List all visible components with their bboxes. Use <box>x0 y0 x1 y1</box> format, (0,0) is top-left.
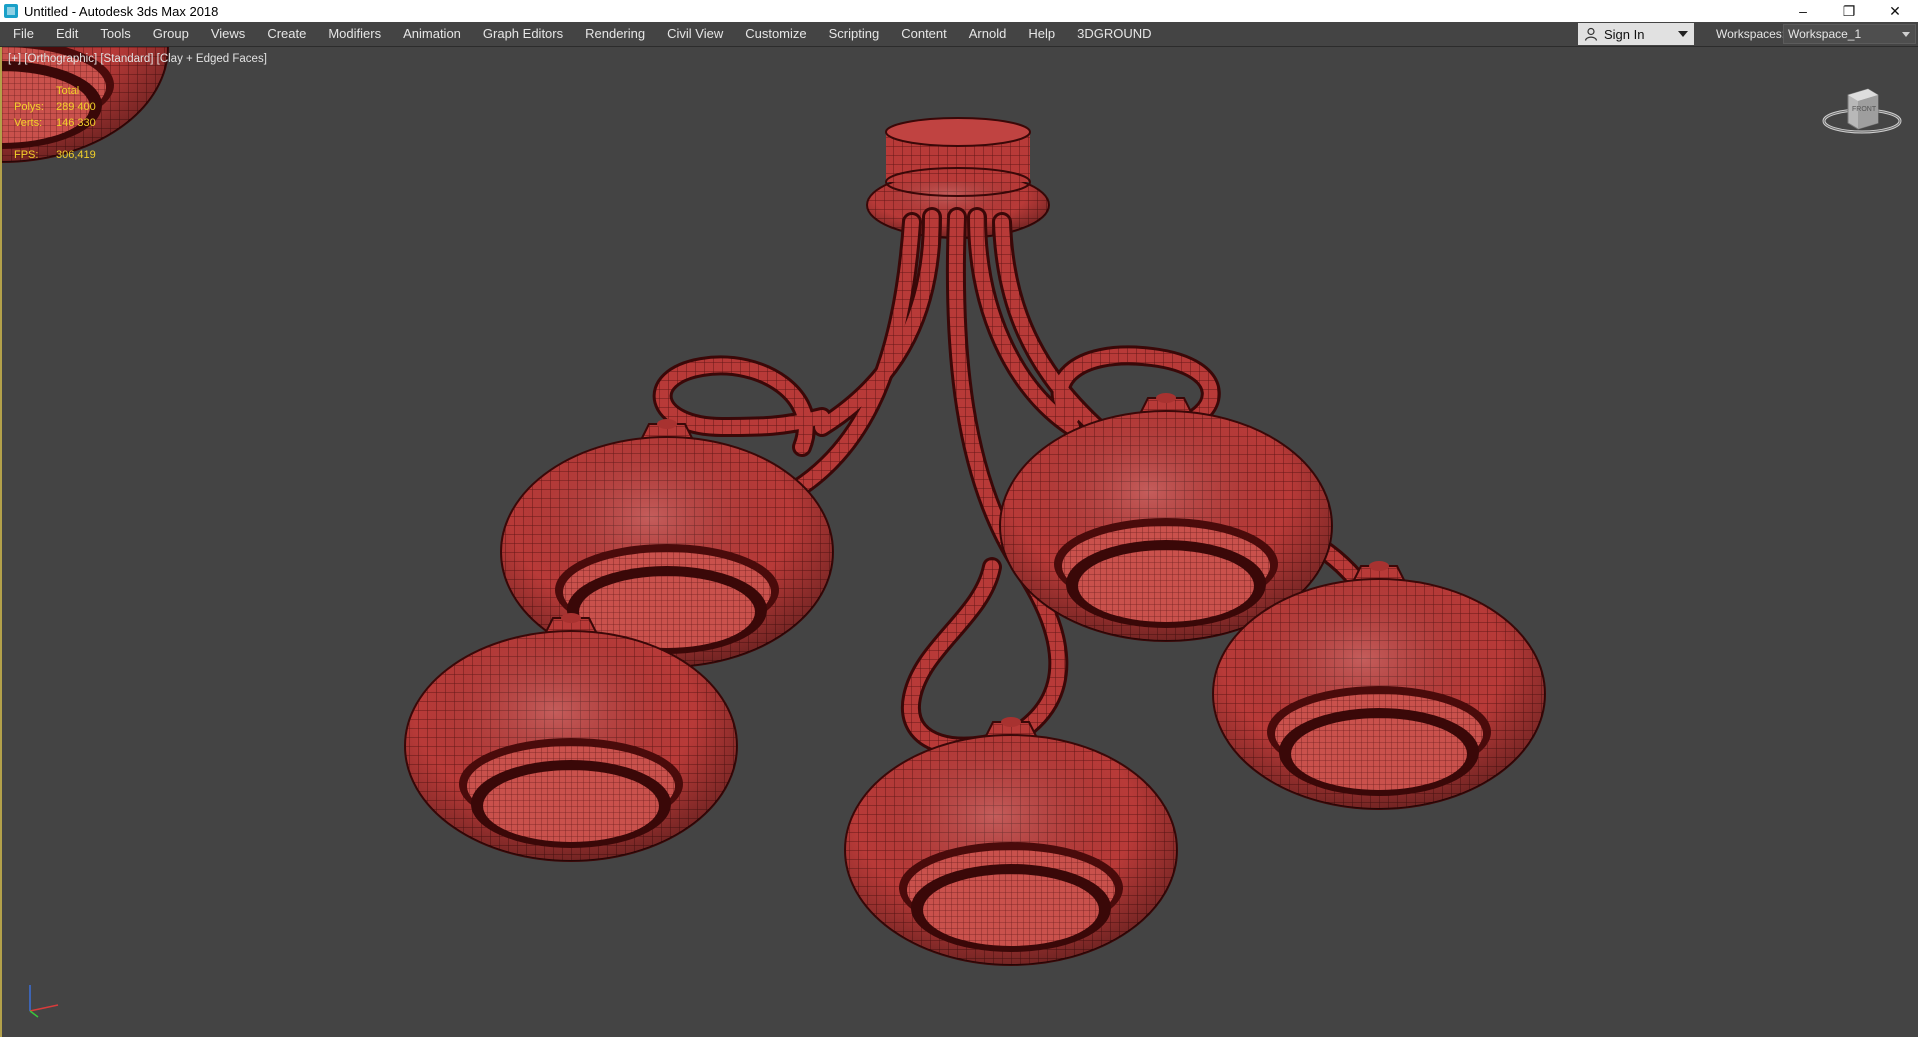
viewcube-icon[interactable]: FRONT <box>1820 81 1906 139</box>
menu-animation[interactable]: Animation <box>392 22 472 46</box>
3dsmax-icon <box>4 4 18 18</box>
menu-edit[interactable]: Edit <box>45 22 89 46</box>
menu-graph-editors[interactable]: Graph Editors <box>472 22 574 46</box>
workspaces-label: Workspaces: <box>1716 27 1786 41</box>
menu-rendering[interactable]: Rendering <box>574 22 656 46</box>
menu-file[interactable]: File <box>0 22 45 46</box>
axis-tripod-icon <box>29 985 59 1018</box>
fps-label: FPS: <box>14 149 39 161</box>
perspective-viewport[interactable]: [+] [Orthographic] [Standard] [Clay + Ed… <box>0 47 1918 1037</box>
workspace-select[interactable]: Workspace_1 <box>1783 24 1916 44</box>
verts-label: Verts: <box>14 117 43 129</box>
restore-button[interactable]: ❐ <box>1826 0 1872 22</box>
window-controls: – ❐ ✕ <box>1780 0 1918 22</box>
menu-customize[interactable]: Customize <box>734 22 817 46</box>
menu-create[interactable]: Create <box>256 22 317 46</box>
chevron-down-icon <box>1902 31 1910 37</box>
menu-help[interactable]: Help <box>1017 22 1066 46</box>
sign-in-label: Sign In <box>1604 26 1645 42</box>
menu-bar: File Edit Tools Group Views Create Modif… <box>0 22 1918 47</box>
menu-tools[interactable]: Tools <box>89 22 141 46</box>
close-button[interactable]: ✕ <box>1872 0 1918 22</box>
workspace-value: Workspace_1 <box>1788 27 1862 41</box>
minimize-button[interactable]: – <box>1780 0 1826 22</box>
viewport-statistics: Total Polys: 289 400 Verts: 146 330 FPS: 30… <box>14 83 96 163</box>
polys-label: Polys: <box>14 101 44 113</box>
lamp-shade-front-center <box>844 716 1178 966</box>
stats-header: Total <box>56 85 80 97</box>
title-bar: Untitled - Autodesk 3ds Max 2018 – ❐ ✕ <box>0 0 1918 22</box>
menu-views[interactable]: Views <box>200 22 256 46</box>
chandelier-model <box>2 47 1546 966</box>
verts-value: 146 330 <box>56 117 96 129</box>
chevron-down-icon <box>1678 31 1688 37</box>
user-icon <box>1584 27 1598 41</box>
app-window: Untitled - Autodesk 3ds Max 2018 – ❐ ✕ F… <box>0 0 1918 1037</box>
window-title: Untitled - Autodesk 3ds Max 2018 <box>24 3 219 19</box>
menu-content[interactable]: Content <box>890 22 958 46</box>
viewcube-face-label: FRONT <box>1852 106 1877 113</box>
menu-arnold[interactable]: Arnold <box>958 22 1018 46</box>
fps-value: 306,419 <box>56 149 96 161</box>
sign-in-dropdown[interactable]: Sign In <box>1578 23 1694 45</box>
menu-3dground[interactable]: 3DGROUND <box>1066 22 1162 46</box>
menu-modifiers[interactable]: Modifiers <box>317 22 392 46</box>
menu-scripting[interactable]: Scripting <box>818 22 891 46</box>
viewport-label-menu[interactable]: [+] [Orthographic] [Standard] [Clay + Ed… <box>8 53 267 65</box>
menu-civil-view[interactable]: Civil View <box>656 22 734 46</box>
menu-group[interactable]: Group <box>142 22 200 46</box>
polys-value: 289 400 <box>56 101 96 113</box>
